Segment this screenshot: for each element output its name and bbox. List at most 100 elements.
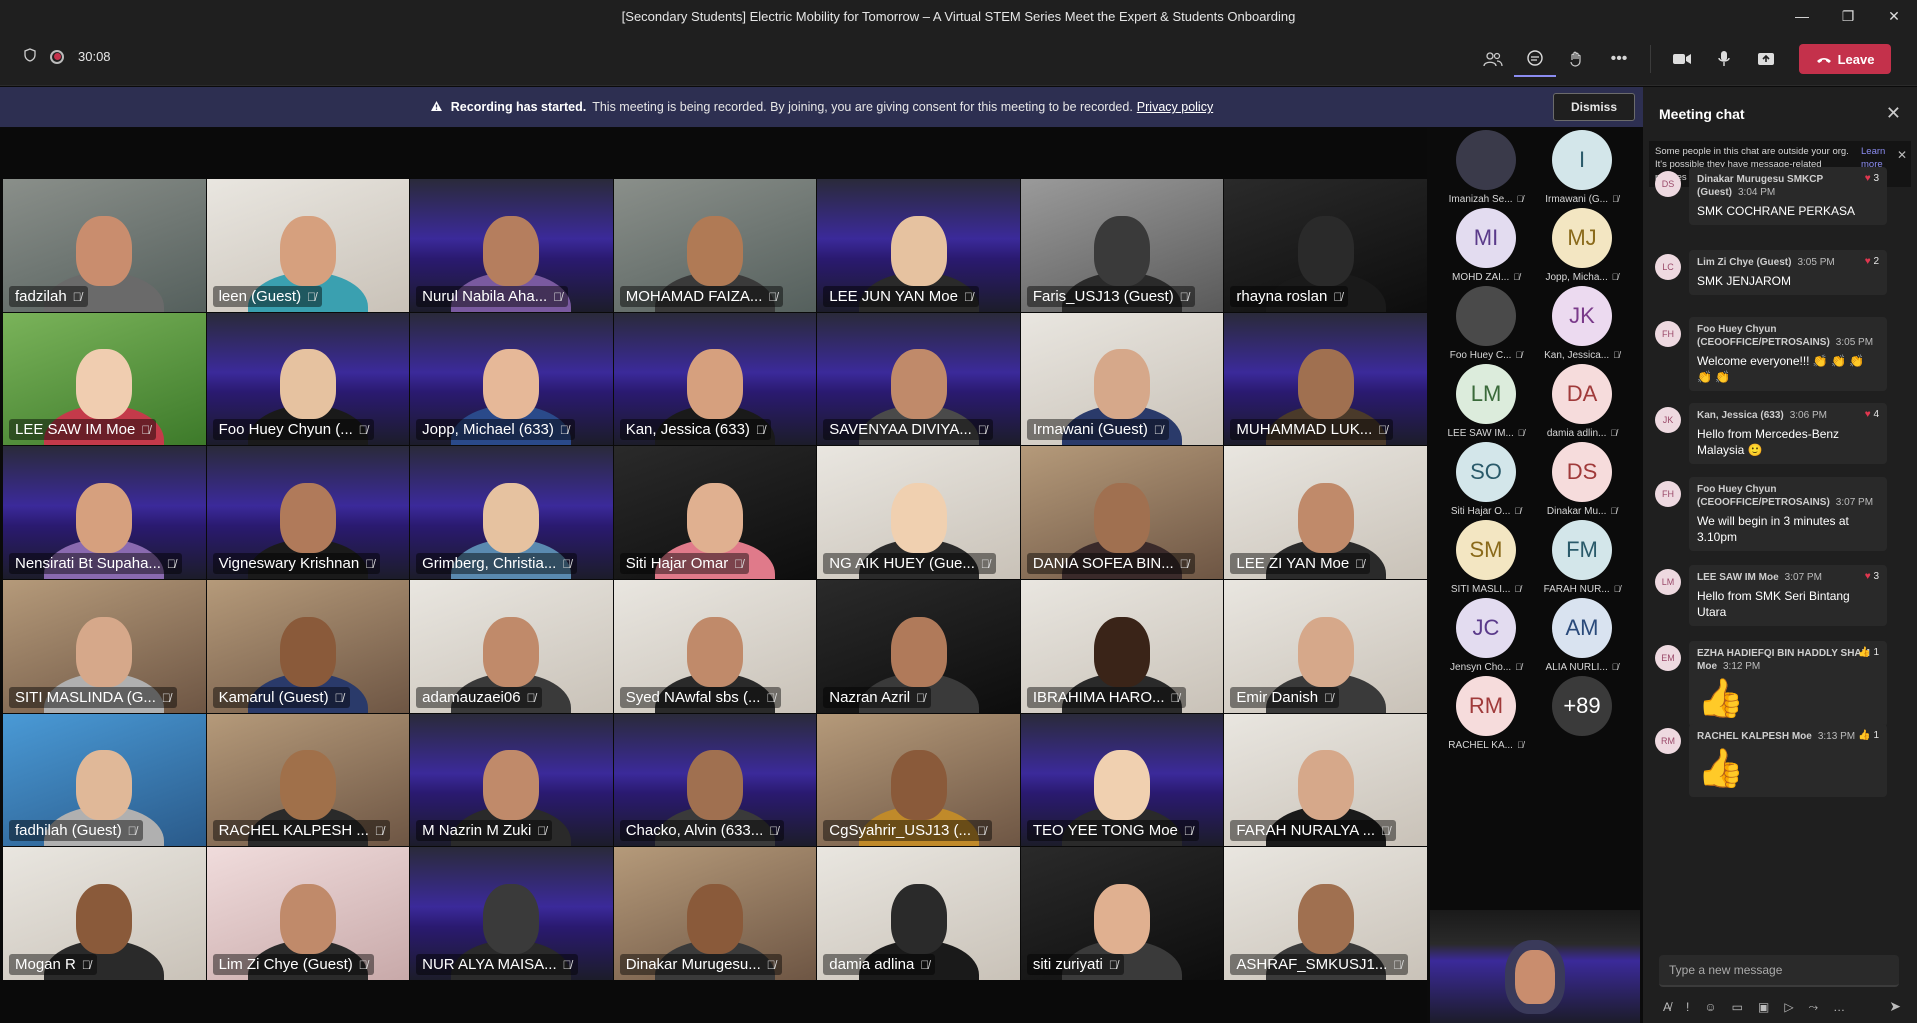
video-tile[interactable]: SITI MASLINDA (G... 🎙̸ (3, 580, 206, 713)
close-window-button[interactable]: ✕ (1871, 0, 1917, 32)
reaction-badge[interactable]: 👍 1 (1858, 730, 1879, 741)
chat-message[interactable]: DS Dinakar Murugesu SMKCP (Guest) 3:04 PM S… (1655, 167, 1887, 225)
roster-participant[interactable]: DS Dinakar Mu... 🎙̸ (1537, 432, 1627, 522)
send-icon[interactable]: ➤ (1889, 998, 1901, 1015)
chat-message[interactable]: LC Lim Zi Chye (Guest) 3:05 PM SMK JENJAROM… (1655, 250, 1887, 295)
gif-icon[interactable]: ▭ (1732, 1000, 1743, 1015)
roster-participant[interactable]: DA damia adlin... 🎙̸ (1537, 354, 1627, 444)
video-tile[interactable]: CgSyahrir_USJ13 (... 🎙̸ (817, 713, 1020, 847)
leave-button[interactable]: Leave (1799, 44, 1891, 74)
camera-icon[interactable] (1661, 41, 1703, 77)
minimize-button[interactable]: — (1779, 0, 1825, 32)
share-icon[interactable] (1745, 41, 1787, 77)
roster-participant[interactable]: SM SITI MASLI... 🎙̸ (1441, 510, 1531, 600)
roster-participant[interactable]: LM LEE SAW IM... 🎙̸ (1441, 354, 1531, 444)
video-tile[interactable]: Lim Zi Chye (Guest) 🎙̸ (206, 847, 410, 980)
video-tile[interactable]: Nazran Azril 🎙̸ (817, 580, 1020, 713)
roster-participant[interactable]: I Irmawani (G... 🎙̸ (1537, 120, 1627, 210)
video-tile[interactable]: siti zuriyati 🎙̸ (1020, 847, 1224, 980)
video-tile[interactable]: Syed NAwfal sbs (... 🎙̸ (613, 580, 817, 713)
close-notice-icon[interactable]: ✕ (1897, 149, 1907, 162)
more-options-icon[interactable]: … (1833, 1000, 1845, 1015)
attach-icon[interactable]: ⤳ (1809, 1000, 1819, 1015)
video-tile[interactable]: M Nazrin M Zuki 🎙̸ (410, 713, 613, 847)
emoji-icon[interactable]: ☺ (1704, 1000, 1716, 1015)
video-tile[interactable]: Siti Hajar Omar 🎙̸ (613, 446, 817, 579)
video-tile[interactable]: RACHEL KALPESH ... 🎙̸ (206, 713, 410, 847)
chat-message[interactable]: RM RACHEL KALPESH Moe 3:13 PM 👍 👍 1 (1655, 724, 1887, 797)
roster-participant[interactable]: MI MOHD ZAI... 🎙̸ (1441, 198, 1531, 288)
video-tile[interactable]: Mogan R 🎙̸ (3, 847, 206, 980)
video-tile[interactable]: LEE SAW IM Moe 🎙̸ (3, 312, 206, 446)
video-tile[interactable]: NUR ALYA MAISA... 🎙̸ (410, 847, 613, 980)
reaction-badge[interactable]: ♥ 3 (1865, 571, 1879, 582)
chat-message[interactable]: FH Foo Huey Chyun (CEOOFFICE/PETROSAINS) 3… (1655, 317, 1887, 391)
loop-icon[interactable]: ▷ (1784, 1000, 1793, 1015)
shield-icon[interactable] (24, 48, 36, 65)
priority-icon[interactable]: ! (1686, 1000, 1689, 1015)
message-input[interactable]: Type a new message (1659, 955, 1899, 987)
video-tile[interactable]: Kamarul (Guest) 🎙̸ (206, 580, 410, 713)
reaction-badge[interactable]: ♥ 3 (1865, 173, 1879, 184)
close-icon[interactable]: ✕ (1886, 103, 1901, 124)
video-tile[interactable]: TEO YEE TONG Moe 🎙̸ (1020, 713, 1224, 847)
participant-name: MOHAMAD FAIZA... 🎙̸ (619, 285, 784, 307)
video-tile[interactable]: Jopp, Michael (633) 🎙̸ (410, 312, 613, 446)
video-tile[interactable]: adamauzaei06 🎙̸ (410, 580, 613, 713)
roster-participant[interactable]: JC Jensyn Cho... 🎙̸ (1441, 588, 1531, 678)
video-tile[interactable]: Nurul Nabila Aha... 🎙̸ (410, 179, 613, 312)
mic-icon[interactable] (1703, 41, 1745, 77)
video-tile[interactable]: IBRAHIMA HARO... 🎙̸ (1020, 580, 1224, 713)
roster-participant[interactable]: SO Siti Hajar O... 🎙̸ (1441, 432, 1531, 522)
video-tile[interactable]: Faris_USJ13 (Guest) 🎙̸ (1020, 179, 1224, 312)
video-tile[interactable]: FARAH NURALYA ... 🎙̸ (1224, 713, 1427, 847)
video-tile[interactable]: rhayna roslan 🎙̸ (1224, 179, 1427, 312)
roster-participant[interactable]: RM RACHEL KA... 🎙̸ (1441, 666, 1531, 756)
video-tile[interactable]: Vigneswary Krishnan 🎙̸ (206, 446, 410, 579)
video-tile[interactable]: Emir Danish 🎙̸ (1224, 580, 1427, 713)
video-tile[interactable]: fadhilah (Guest) 🎙̸ (3, 713, 206, 847)
presenter-video[interactable] (1430, 910, 1640, 1023)
video-tile[interactable]: LEE JUN YAN Moe 🎙̸ (817, 179, 1020, 312)
video-tile[interactable]: LEE ZI YAN Moe 🎙̸ (1224, 446, 1427, 579)
video-tile[interactable]: Chacko, Alvin (633... 🎙̸ (613, 713, 817, 847)
chat-icon[interactable] (1514, 41, 1556, 77)
roster-participant[interactable]: +89 (1537, 666, 1627, 756)
video-tile[interactable]: fadzilah 🎙̸ (3, 179, 206, 312)
video-tile[interactable]: Kan, Jessica (633) 🎙̸ (613, 312, 817, 446)
reaction-badge[interactable]: 👍 1 (1858, 647, 1879, 658)
video-tile[interactable]: DANIA SOFEA BIN... 🎙̸ (1020, 446, 1224, 579)
video-tile[interactable]: damia adlina 🎙̸ (817, 847, 1020, 980)
video-tile[interactable]: Irmawani (Guest) 🎙̸ (1020, 312, 1224, 446)
chat-message[interactable]: JK Kan, Jessica (633) 3:06 PM Hello from Me… (1655, 403, 1887, 464)
video-tile[interactable]: Foo Huey Chyun (... 🎙̸ (206, 312, 410, 446)
video-tile[interactable]: SAVENYAA DIVIYA... 🎙̸ (817, 312, 1020, 446)
chat-message[interactable]: EM EZHA HADIEFQI BIN HADDLY SHAM Moe 3:12 … (1655, 641, 1887, 727)
video-tile[interactable]: NG AIK HUEY (Gue... 🎙̸ (817, 446, 1020, 579)
reaction-badge[interactable]: ♥ 4 (1865, 409, 1879, 420)
maximize-button[interactable]: ❐ (1825, 0, 1871, 32)
reaction-badge[interactable]: ♥ 2 (1865, 256, 1879, 267)
video-tile[interactable]: MOHAMAD FAIZA... 🎙̸ (613, 179, 817, 312)
video-tile[interactable]: ASHRAF_SMKUSJ1... 🎙̸ (1224, 847, 1427, 980)
chat-message[interactable]: FH Foo Huey Chyun (CEOOFFICE/PETROSAINS) 3… (1655, 477, 1887, 551)
sticker-icon[interactable]: ▣ (1758, 1000, 1769, 1015)
roster-participant[interactable]: JK Kan, Jessica... 🎙̸ (1537, 276, 1627, 366)
more-icon[interactable]: ••• (1598, 41, 1640, 77)
roster-participant[interactable]: FM FARAH NUR... 🎙̸ (1537, 510, 1627, 600)
privacy-policy-link[interactable]: Privacy policy (1137, 100, 1213, 114)
video-tile[interactable]: Nensirati Bt Supaha... 🎙̸ (3, 446, 206, 579)
roster-participant[interactable]: MJ Jopp, Micha... 🎙̸ (1537, 198, 1627, 288)
chat-message[interactable]: LM LEE SAW IM Moe 3:07 PM Hello from SMK Se… (1655, 565, 1887, 626)
video-tile[interactable]: Dinakar Murugesu... 🎙̸ (613, 847, 817, 980)
video-tile[interactable]: leen (Guest) 🎙̸ (206, 179, 410, 312)
participants-icon[interactable] (1472, 41, 1514, 77)
format-icon[interactable]: A̸ (1663, 1000, 1671, 1015)
roster-participant[interactable]: Foo Huey C... 🎙̸ (1441, 276, 1531, 366)
roster-participant[interactable]: AM ALIA NURLI... 🎙̸ (1537, 588, 1627, 678)
dismiss-button[interactable]: Dismiss (1553, 93, 1635, 121)
video-tile[interactable]: MUHAMMAD LUK... 🎙̸ (1224, 312, 1427, 446)
video-tile[interactable]: Grimberg, Christia... 🎙̸ (410, 446, 613, 579)
roster-participant[interactable]: Imanizah Se... 🎙̸ (1441, 120, 1531, 210)
reactions-icon[interactable] (1556, 41, 1598, 77)
